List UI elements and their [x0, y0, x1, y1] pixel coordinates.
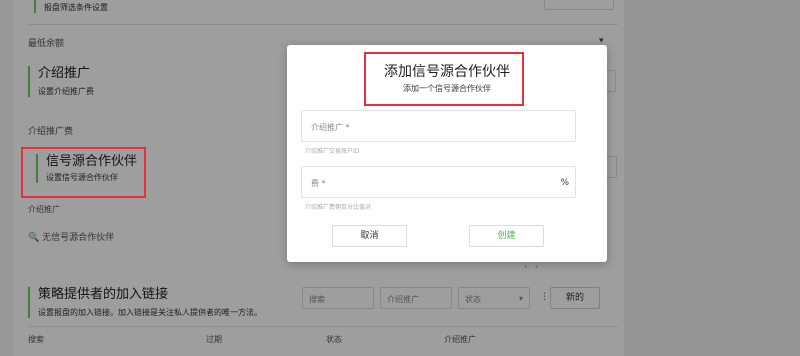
fee-hint: 介绍推广费佣百分比值对: [305, 204, 372, 211]
intro-account-field[interactable]: 介绍推广 *: [301, 110, 576, 142]
fee-placeholder: 费 *: [311, 179, 326, 188]
create-button[interactable]: 创建: [469, 225, 544, 247]
highlight-box-signal: [21, 147, 146, 198]
percent-suffix: %: [560, 178, 569, 188]
intro-account-placeholder: 介绍推广 *: [311, 123, 350, 132]
highlight-box-title: [364, 52, 524, 106]
fee-field[interactable]: 费 * %: [301, 166, 576, 198]
cancel-button[interactable]: 取消: [332, 225, 407, 247]
intro-account-hint: 介绍推广交易账户ID: [305, 148, 360, 155]
